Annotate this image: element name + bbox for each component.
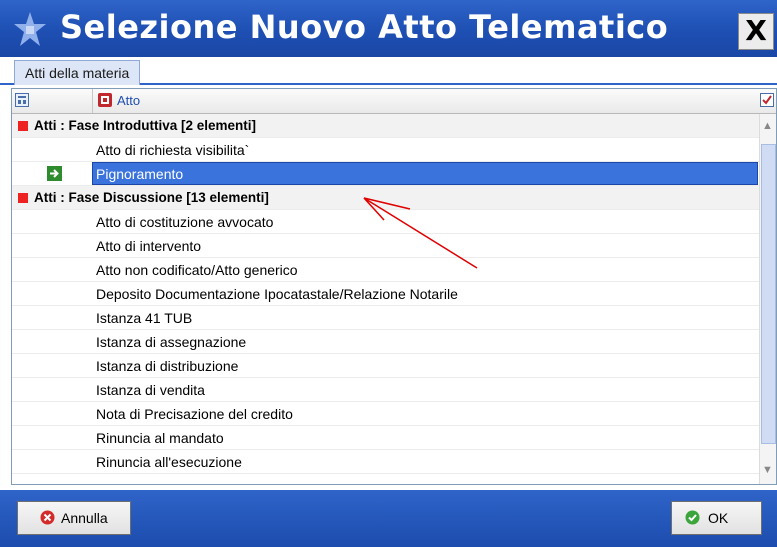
confirm-check-icon bbox=[685, 510, 700, 525]
vertical-scrollbar[interactable]: ▲ ▼ bbox=[759, 114, 776, 484]
table-row[interactable]: Istanza di assegnazione bbox=[12, 330, 760, 354]
row-label: Rinuncia all'esecuzione bbox=[96, 454, 242, 470]
tab-strip: Atti della materia bbox=[0, 57, 777, 85]
tab-atti-della-materia[interactable]: Atti della materia bbox=[14, 60, 141, 85]
group-row-fase-discussione[interactable]: Atti : Fase Discussione [13 elementi] bbox=[12, 186, 760, 210]
cancel-button[interactable]: Annulla bbox=[17, 501, 131, 535]
table-row[interactable]: Atto di intervento bbox=[12, 234, 760, 258]
table-row[interactable]: Nota di Precisazione del credito bbox=[12, 402, 760, 426]
row-label: Istanza di assegnazione bbox=[96, 334, 247, 350]
cancel-icon bbox=[40, 510, 55, 525]
scroll-down-icon[interactable]: ▼ bbox=[762, 464, 773, 476]
row-label: Istanza 41 TUB bbox=[96, 310, 193, 326]
row-label: Nota di Precisazione del credito bbox=[96, 406, 293, 422]
group-label: Atti : Fase Discussione [13 elementi] bbox=[34, 190, 269, 205]
button-bar: Annulla OK bbox=[0, 490, 777, 547]
grid-rows: Atti : Fase Introduttiva [2 elementi] At… bbox=[12, 114, 760, 474]
table-row[interactable]: Atto di richiesta visibilita` bbox=[12, 138, 760, 162]
scrollbar-thumb[interactable] bbox=[761, 144, 776, 444]
column-chooser-icon[interactable] bbox=[15, 93, 29, 107]
ok-button[interactable]: OK bbox=[671, 501, 762, 535]
table-row[interactable]: Istanza di vendita bbox=[12, 378, 760, 402]
table-row-selected[interactable]: Pignoramento bbox=[12, 162, 760, 186]
select-all-checkbox-icon[interactable] bbox=[760, 93, 774, 107]
scroll-up-icon[interactable]: ▲ bbox=[762, 120, 773, 132]
row-label: Pignoramento bbox=[96, 166, 184, 182]
app-logo-icon bbox=[14, 12, 46, 46]
title-bar: Selezione Nuovo Atto Telematico X bbox=[0, 0, 777, 57]
collapse-icon[interactable] bbox=[18, 193, 28, 203]
table-row[interactable]: Istanza di distribuzione bbox=[12, 354, 760, 378]
selection-highlight bbox=[92, 162, 758, 185]
row-label: Istanza di vendita bbox=[96, 382, 205, 398]
group-row-fase-introduttiva[interactable]: Atti : Fase Introduttiva [2 elementi] bbox=[12, 114, 760, 138]
collapse-icon[interactable] bbox=[18, 121, 28, 131]
table-row[interactable]: Istanza 41 TUB bbox=[12, 306, 760, 330]
row-label: Atto non codificato/Atto generico bbox=[96, 262, 298, 278]
table-row[interactable]: Atto di costituzione avvocato bbox=[12, 210, 760, 234]
row-label: Rinuncia al mandato bbox=[96, 430, 224, 446]
table-row[interactable]: Rinuncia al mandato bbox=[12, 426, 760, 450]
window-title: Selezione Nuovo Atto Telematico bbox=[60, 8, 669, 46]
row-label: Atto di intervento bbox=[96, 238, 202, 254]
header-separator bbox=[92, 89, 93, 113]
acts-grid: Atto Atti : Fase Introduttiva [2 element… bbox=[11, 88, 777, 485]
cancel-button-label: Annulla bbox=[61, 510, 108, 526]
row-label: Deposito Documentazione Ipocatastale/Rel… bbox=[96, 286, 458, 302]
act-document-icon bbox=[98, 93, 112, 107]
row-label: Atto di costituzione avvocato bbox=[96, 214, 274, 230]
table-row[interactable]: Atto non codificato/Atto generico bbox=[12, 258, 760, 282]
table-row[interactable]: Rinuncia all'esecuzione bbox=[12, 450, 760, 474]
table-row[interactable]: Deposito Documentazione Ipocatastale/Rel… bbox=[12, 282, 760, 306]
row-label: Atto di richiesta visibilita` bbox=[96, 142, 250, 158]
column-header-label: Atto bbox=[117, 93, 141, 108]
ok-button-label: OK bbox=[708, 510, 729, 526]
current-row-arrow-icon bbox=[47, 166, 62, 181]
column-header-atto[interactable]: Atto bbox=[98, 92, 140, 110]
close-button[interactable]: X bbox=[738, 13, 774, 50]
grid-header: Atto bbox=[12, 89, 776, 114]
group-label: Atti : Fase Introduttiva [2 elementi] bbox=[34, 118, 257, 133]
row-label: Istanza di distribuzione bbox=[96, 358, 239, 374]
